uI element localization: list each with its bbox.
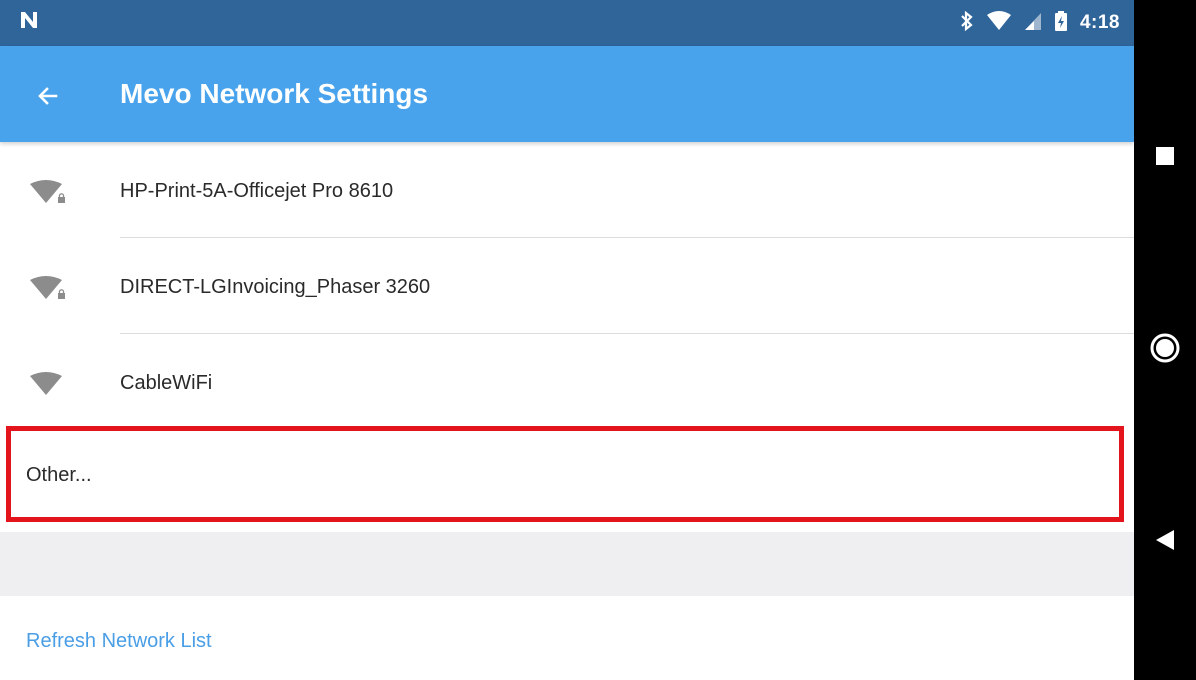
section-spacer: [0, 532, 1134, 596]
network-ssid: DIRECT-LGInvoicing_Phaser 3260: [120, 276, 431, 298]
n-icon: [18, 9, 42, 33]
bluetooth-icon: [960, 10, 974, 37]
status-icons: 4:18: [960, 0, 1120, 46]
navigation-bar: [1134, 0, 1196, 680]
wifi-locked-icon: [30, 276, 65, 299]
network-item[interactable]: CableWiFi: [0, 334, 1134, 430]
network-list: HP-Print-5A-Officejet Pro 8610 DIRECT-LG…: [0, 142, 1134, 430]
refresh-network-list-button[interactable]: Refresh Network List: [0, 596, 1134, 680]
wifi-locked-icon: [30, 180, 65, 203]
other-network-option[interactable]: Other...: [0, 422, 1134, 532]
home-circle-icon: [1150, 333, 1180, 363]
arrow-left-icon: [38, 87, 58, 105]
status-time: 4:18: [1079, 12, 1120, 33]
status-bar: 4:18: [0, 0, 1134, 46]
other-label: Other...: [26, 464, 92, 486]
refresh-label: Refresh Network List: [26, 630, 212, 652]
recents-square-icon: [1156, 147, 1174, 165]
home-button[interactable]: [1147, 330, 1183, 366]
network-ssid: CableWiFi: [120, 372, 213, 394]
network-item[interactable]: DIRECT-LGInvoicing_Phaser 3260: [0, 238, 1134, 334]
battery-icon: [1054, 10, 1068, 37]
android-screen: 4:18 Mevo Network Settings HP-Print-5A-O…: [0, 0, 1134, 680]
recents-button[interactable]: [1147, 138, 1183, 174]
app-bar: Mevo Network Settings: [0, 46, 1134, 142]
wifi-signal-icon: [986, 10, 1012, 37]
network-ssid: HP-Print-5A-Officejet Pro 8610: [120, 180, 394, 202]
page-title: Mevo Network Settings: [120, 78, 429, 109]
back-button[interactable]: [28, 76, 68, 116]
back-triangle-icon: [1156, 530, 1174, 550]
network-item[interactable]: HP-Print-5A-Officejet Pro 8610: [0, 142, 1134, 238]
cell-signal-icon: [1024, 11, 1042, 36]
highlight-box: [6, 426, 1124, 522]
back-nav-button[interactable]: [1147, 522, 1183, 558]
wifi-icon: [30, 372, 62, 395]
